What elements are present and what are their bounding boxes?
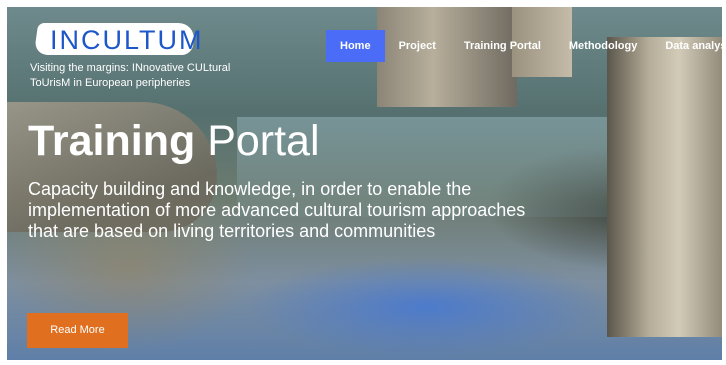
hero-section: INCULTUM Visiting the margins: INnovativ… [7, 7, 722, 360]
hero-description: Capacity building and knowledge, in orde… [28, 179, 526, 241]
nav-item-home[interactable]: Home [326, 30, 385, 62]
site-logo[interactable]: INCULTUM [33, 17, 202, 57]
nav-item-project[interactable]: Project [385, 30, 450, 62]
site-tagline: Visiting the margins: INnovative CULtura… [30, 62, 231, 89]
nav-item-training-portal[interactable]: Training Portal [450, 30, 555, 62]
page-title-bold: Training [28, 117, 196, 165]
page-title: Training Portal [28, 117, 320, 166]
background-rock [607, 37, 722, 337]
nav-item-methodology[interactable]: Methodology [555, 30, 651, 62]
main-navigation: Home Project Training Portal Methodology… [326, 30, 722, 62]
page-title-light: Portal [207, 117, 320, 165]
nav-item-data-analysis[interactable]: Data analysis [651, 30, 722, 62]
read-more-button[interactable]: Read More [27, 313, 128, 348]
logo-text: INCULTUM [50, 25, 204, 55]
